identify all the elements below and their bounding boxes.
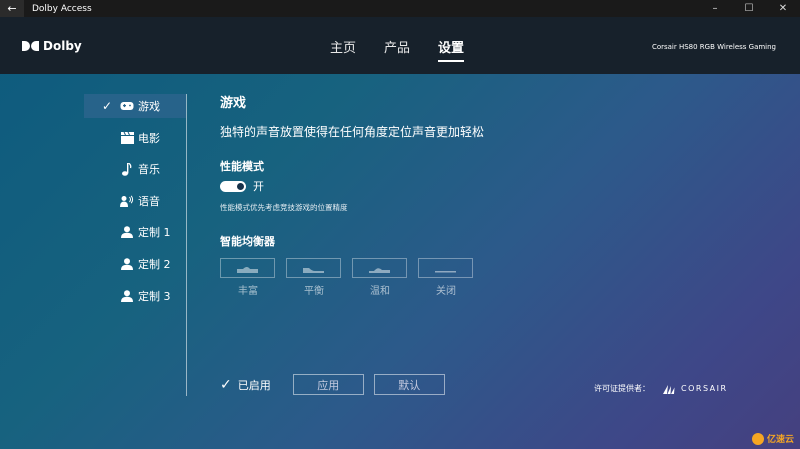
sidebar-item-movie[interactable]: 电影 xyxy=(84,126,186,150)
back-button[interactable]: ← xyxy=(0,0,24,17)
sidebar-item-label: 音乐 xyxy=(138,163,160,177)
eq-preset-warm[interactable]: 温和 xyxy=(352,258,408,297)
sidebar-item-custom-2[interactable]: 定制 2 xyxy=(84,252,186,276)
gamepad-icon xyxy=(120,99,134,113)
toggle-state-label: 开 xyxy=(253,180,264,193)
enabled-label: 已启用 xyxy=(237,378,271,392)
checkmark-icon: ✓ xyxy=(102,99,113,113)
profile-sidebar: ✓ 游戏 电影 音乐 语音 定制 1 定制 2 定制 3 xyxy=(84,94,187,396)
window-title: Dolby Access xyxy=(32,3,92,14)
eq-preset-label: 丰富 xyxy=(238,286,258,297)
eq-preset-rich[interactable]: 丰富 xyxy=(220,258,276,297)
corsair-sails-icon xyxy=(663,384,675,394)
performance-mode-note: 性能模式优先考虑竞技游戏的位置精度 xyxy=(220,203,348,212)
watermark-text: 亿速云 xyxy=(766,435,794,445)
sidebar-item-label: 定制 3 xyxy=(138,289,171,303)
performance-mode-toggle[interactable] xyxy=(220,180,246,192)
nav-home[interactable]: 主页 xyxy=(330,37,356,62)
device-name[interactable]: Corsair HS80 RGB Wireless Gaming xyxy=(652,43,776,51)
equalizer-title: 智能均衡器 xyxy=(220,235,275,248)
sidebar-item-label: 定制 2 xyxy=(138,257,171,271)
license-info: 许可证提供者： CORSAIR xyxy=(594,383,728,394)
main-nav: 主页 产品 设置 xyxy=(330,37,465,62)
user-icon xyxy=(120,289,134,303)
sidebar-item-game[interactable]: ✓ 游戏 xyxy=(84,94,186,118)
checkmark-icon: ✓ xyxy=(220,376,232,393)
equalizer-presets: 丰富 平衡 温和 关闭 xyxy=(220,258,620,297)
eq-preset-label: 温和 xyxy=(370,286,390,297)
action-bar: ✓ 已启用 应用 默认 xyxy=(220,374,455,395)
logo-text: Dolby xyxy=(43,39,82,53)
nav-products[interactable]: 产品 xyxy=(384,37,410,62)
sidebar-item-label: 语音 xyxy=(138,194,160,208)
corsair-logo: CORSAIR xyxy=(662,384,728,394)
user-icon xyxy=(120,225,134,239)
sidebar-item-label: 电影 xyxy=(138,131,160,145)
eq-preset-balanced[interactable]: 平衡 xyxy=(286,258,342,297)
music-note-icon xyxy=(120,162,134,176)
voice-icon xyxy=(120,194,134,208)
eq-preset-label: 平衡 xyxy=(304,286,324,297)
enabled-status: ✓ 已启用 xyxy=(220,377,271,393)
corsair-brand: CORSAIR xyxy=(681,384,728,393)
sidebar-item-music[interactable]: 音乐 xyxy=(84,157,186,181)
dolby-mark-icon xyxy=(22,41,40,51)
nav-settings[interactable]: 设置 xyxy=(438,37,465,62)
user-icon xyxy=(120,257,134,271)
apply-button[interactable]: 应用 xyxy=(292,374,364,395)
watermark-logo-icon xyxy=(751,432,764,445)
maximize-button[interactable]: ☐ xyxy=(732,0,766,17)
sidebar-item-label: 游戏 xyxy=(138,100,160,113)
eq-warm-curve-icon xyxy=(352,258,407,278)
performance-mode-title: 性能模式 xyxy=(220,160,264,173)
eq-rich-curve-icon xyxy=(220,258,275,278)
close-button[interactable]: ✕ xyxy=(766,0,800,17)
sidebar-item-custom-1[interactable]: 定制 1 xyxy=(84,220,186,244)
eq-preset-off[interactable]: 关闭 xyxy=(418,258,474,297)
toggle-knob xyxy=(237,182,244,190)
page-title: 游戏 xyxy=(220,96,247,111)
clapperboard-icon xyxy=(120,131,134,145)
sidebar-item-label: 定制 1 xyxy=(138,226,171,240)
sidebar-item-voice[interactable]: 语音 xyxy=(84,189,186,213)
eq-preset-label: 关闭 xyxy=(436,286,456,297)
eq-balanced-curve-icon xyxy=(286,258,341,278)
sidebar-item-custom-3[interactable]: 定制 3 xyxy=(84,284,186,308)
profile-settings: 游戏 独特的声音放置使得在任何角度定位声音更加轻松 性能模式 开 性能模式优先考… xyxy=(220,92,620,297)
eq-off-flat-icon xyxy=(418,258,473,278)
license-label: 许可证提供者： xyxy=(594,384,650,393)
minimize-button[interactable]: – xyxy=(698,0,732,17)
profile-description: 独特的声音放置使得在任何角度定位声音更加轻松 xyxy=(220,125,485,139)
app-header: Dolby 主页 产品 设置 Corsair HS80 RGB Wireless… xyxy=(0,17,800,74)
dolby-logo: Dolby xyxy=(22,39,82,53)
title-bar: ← Dolby Access – ☐ ✕ xyxy=(0,0,800,17)
back-arrow-icon: ← xyxy=(7,2,17,15)
default-button[interactable]: 默认 xyxy=(373,374,445,395)
watermark: 亿速云 xyxy=(751,432,794,445)
